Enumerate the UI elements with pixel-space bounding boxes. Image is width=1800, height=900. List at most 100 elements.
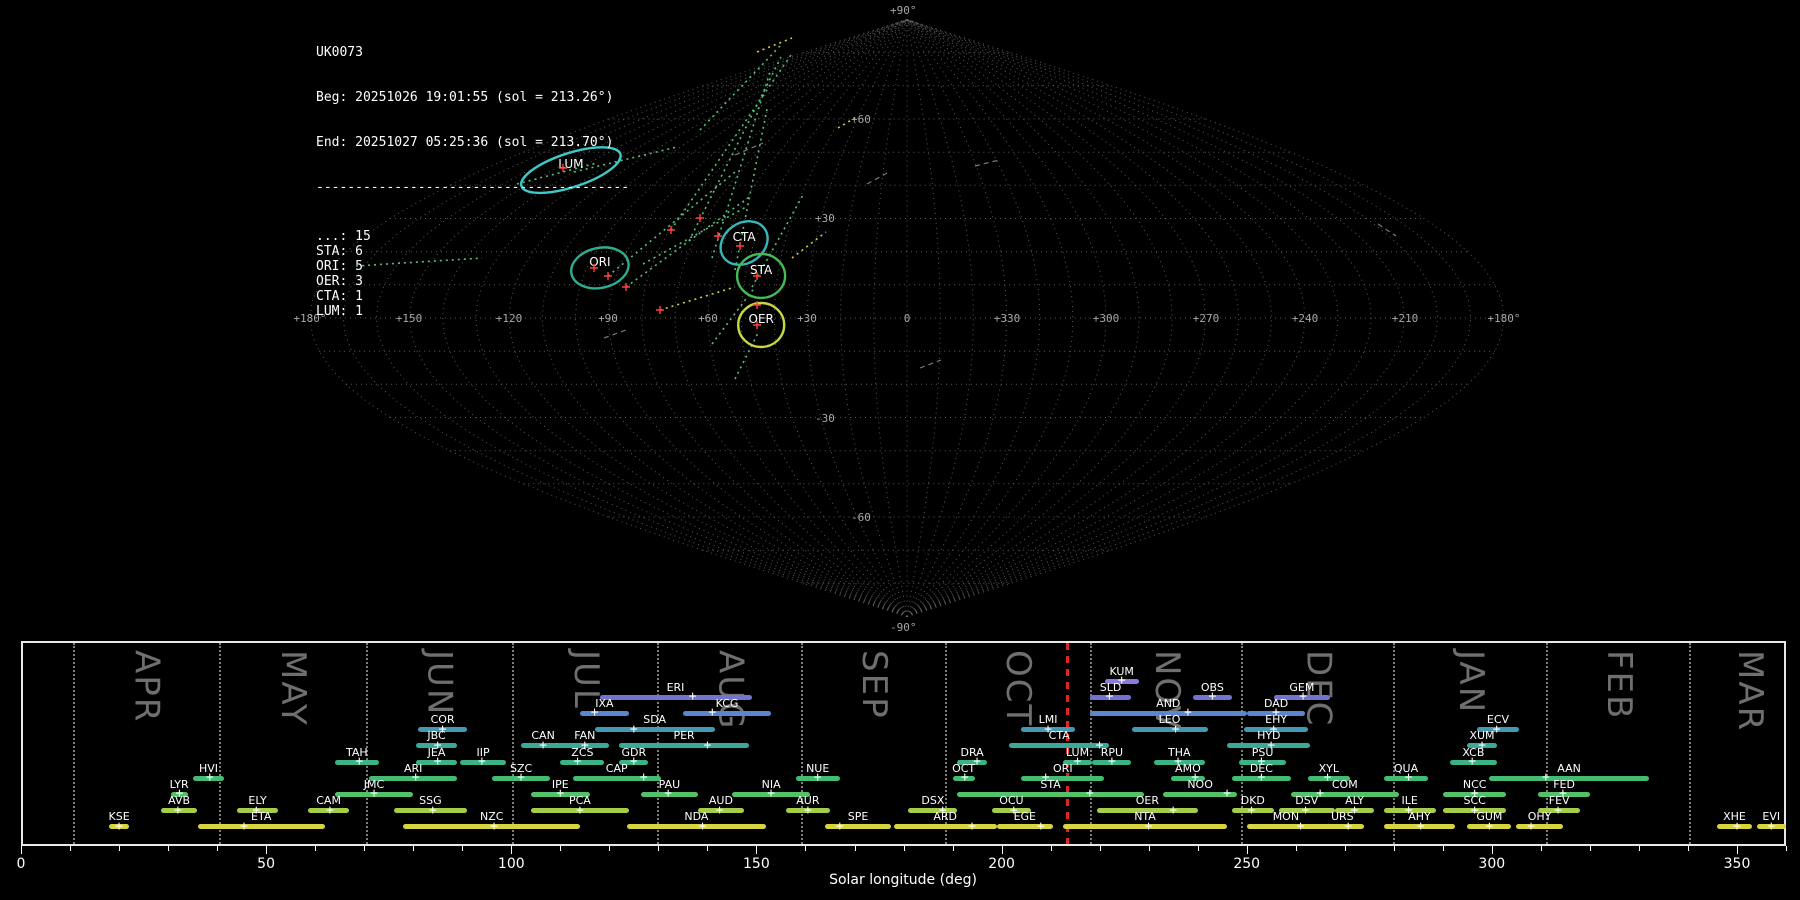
shower-label-IIP: IIP	[476, 745, 490, 759]
shower-label-LMI: LMI	[1038, 713, 1058, 727]
shower-label-OCT: OCT	[952, 761, 976, 775]
month-separator	[511, 643, 514, 844]
shower-label-NOO: NOO	[1187, 777, 1213, 791]
month-label: JUN	[419, 650, 460, 717]
shower-peak-marker: +	[688, 689, 697, 705]
axis-tick	[119, 846, 121, 851]
shower-label-ETA: ETA	[251, 810, 272, 824]
shower-bar-ETA	[197, 824, 325, 830]
x-axis-title: Solar longitude (deg)	[829, 872, 977, 888]
axis-tick	[1344, 846, 1346, 851]
shower-label-GDR: GDR	[621, 745, 647, 759]
axis-tick	[1295, 846, 1297, 851]
axis-tick	[1687, 846, 1689, 851]
month-label: FEB	[1598, 650, 1639, 721]
shower-label-IXA: IXA	[595, 696, 614, 710]
shower-label-STA: STA	[1040, 777, 1061, 791]
axis-tick-label: 150	[743, 856, 770, 872]
month-separator	[218, 643, 221, 844]
axis-tick	[658, 846, 660, 851]
axis-tick	[903, 846, 905, 851]
shower-label-QUA: QUA	[1393, 761, 1419, 775]
axis-tick	[854, 846, 856, 851]
shower-peak-marker: +	[1223, 786, 1232, 802]
month-label: MAR	[1730, 650, 1771, 733]
shower-label-KSE: KSE	[108, 810, 130, 824]
shower-peak-marker: +	[968, 818, 977, 834]
axis-tick-label: 350	[1723, 856, 1751, 872]
month-separator	[72, 643, 75, 844]
axis-tick	[560, 846, 562, 851]
shower-label-ORI: ORI	[1053, 761, 1073, 775]
shower-label-THA: THA	[1168, 745, 1191, 759]
shower-label-CAM: CAM	[316, 794, 341, 808]
month-label: JAN	[1450, 650, 1491, 715]
shower-label-AVB: AVB	[168, 794, 191, 808]
month-label: AUG	[710, 650, 751, 731]
shower-label-AHY: AHY	[1408, 810, 1431, 824]
axis-tick	[1442, 846, 1444, 851]
shower-label-OCU: OCU	[999, 794, 1024, 808]
shower-label-AND: AND	[1156, 696, 1181, 710]
axis-tick	[462, 846, 464, 851]
shower-label-PAU: PAU	[658, 777, 681, 791]
shower-peak-marker: +	[1169, 802, 1178, 818]
axis-tick-label: 50	[257, 856, 276, 872]
shower-label-PCA: PCA	[568, 794, 591, 808]
observation-header: UK0073 Beg: 20251026 19:01:55 (sol = 213…	[316, 15, 629, 334]
shower-label-SPE: SPE	[847, 810, 869, 824]
shower-label-COM: COM	[1331, 777, 1358, 791]
shower-label-SSG: SSG	[419, 794, 442, 808]
shower-bar-MON	[1246, 824, 1326, 830]
axis-tick	[168, 846, 170, 851]
divider: ----------------------------------------	[316, 180, 630, 195]
shower-label-XCB: XCB	[1462, 745, 1485, 759]
shower-label-FAN: FAN	[574, 729, 596, 743]
axis-tick	[1393, 846, 1395, 851]
shower-label-ZCS: ZCS	[571, 745, 594, 759]
axis-tick	[1246, 846, 1248, 854]
shower-label-AMO: AMO	[1175, 761, 1201, 775]
shower-label-ILE: ILE	[1401, 794, 1418, 808]
shower-label-KUM: KUM	[1109, 664, 1134, 678]
shower-bar-LEO	[1131, 727, 1208, 733]
shower-count-line: OER: 3	[316, 274, 363, 289]
axis-tick	[952, 846, 954, 851]
shower-label-DSV: DSV	[1295, 794, 1319, 808]
shower-label-DRA: DRA	[960, 745, 984, 759]
axis-tick	[805, 846, 807, 851]
shower-label-GUM: GUM	[1476, 810, 1503, 824]
shower-label-ECV: ECV	[1486, 713, 1510, 727]
shower-peak-marker: +	[629, 721, 638, 737]
shower-peak-marker: +	[835, 818, 844, 834]
shower-label-GEM: GEM	[1289, 680, 1315, 694]
axis-tick	[1050, 846, 1052, 851]
shower-bar-ORI	[1021, 775, 1105, 781]
shower-label-OBS: OBS	[1200, 680, 1224, 694]
shower-peak-marker: +	[240, 818, 249, 834]
shower-label-FEV: FEV	[1548, 794, 1570, 808]
shower-label-NTA: NTA	[1134, 810, 1156, 824]
axis-tick	[1737, 846, 1738, 854]
shower-label-PER: PER	[673, 729, 695, 743]
axis-tick	[1197, 846, 1199, 851]
shower-count-line: ...: 15	[316, 229, 371, 244]
axis-tick-label: 250	[1233, 856, 1261, 872]
shower-bar-KCG	[682, 710, 772, 716]
shower-peak-marker: +	[1036, 818, 1045, 834]
shower-peak-marker: +	[1541, 770, 1550, 786]
axis-tick	[511, 846, 513, 854]
month-separator	[365, 643, 368, 844]
shower-label-OER: OER	[1135, 794, 1160, 808]
shower-label-HYD: HYD	[1257, 729, 1281, 743]
axis-tick	[1001, 846, 1003, 854]
shower-bar-ZCS	[560, 759, 605, 765]
shower-label-LYR: LYR	[169, 777, 189, 791]
axis-tick	[707, 846, 709, 851]
shower-label-LUM: LUM	[1065, 745, 1090, 759]
shower-label-PSU: PSU	[1251, 745, 1274, 759]
axis-tick-label: 100	[497, 856, 525, 872]
session-end: End: 20251027 05:25:36 (sol = 213.70°)	[316, 135, 614, 150]
shower-label-SZC: SZC	[509, 761, 533, 775]
shower-label-EVI: EVI	[1762, 810, 1781, 824]
